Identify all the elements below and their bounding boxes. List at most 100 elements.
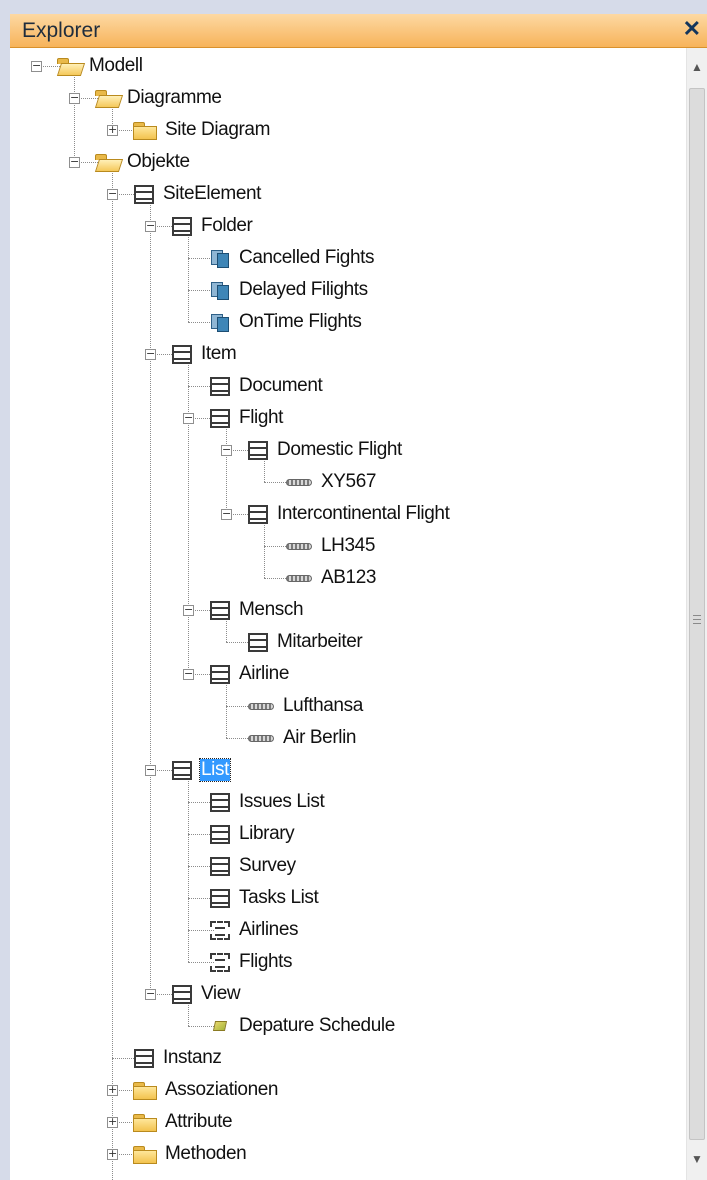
instance-icon xyxy=(284,534,314,558)
tree-item[interactable]: Instanz xyxy=(132,1044,222,1072)
tree-item-label: OnTime Flights xyxy=(239,311,362,332)
tree-item[interactable]: Flights xyxy=(208,948,293,976)
class-icon xyxy=(208,662,232,686)
collapse-icon[interactable]: − xyxy=(145,348,156,360)
tree-item[interactable]: Airline xyxy=(208,660,290,688)
collapse-icon[interactable]: − xyxy=(145,988,156,1000)
tree-item-label: Site Diagram xyxy=(165,119,271,140)
close-icon[interactable]: ✕ xyxy=(683,16,701,42)
tree-item[interactable]: Domestic Flight xyxy=(246,436,403,464)
explorer-titlebar: Explorer ✕ xyxy=(10,14,707,48)
tree-item[interactable]: Airlines xyxy=(208,916,299,944)
tree-item-label: Domestic Flight xyxy=(277,439,402,460)
vertical-scrollbar[interactable]: ▲ ▼ xyxy=(686,48,707,1180)
tree-item-label: Tasks List xyxy=(239,887,319,908)
class-icon xyxy=(132,182,156,206)
instance-icon xyxy=(284,566,314,590)
instance-icon xyxy=(284,470,314,494)
collapse-icon[interactable]: − xyxy=(145,764,156,776)
scrollbar-thumb[interactable] xyxy=(689,88,705,1140)
tree-item[interactable]: Tasks List xyxy=(208,884,319,912)
scroll-down-icon[interactable]: ▼ xyxy=(687,1148,707,1170)
tree-item-label: Methoden xyxy=(165,1143,247,1164)
tree-item-label: Delayed Filights xyxy=(239,279,368,300)
collapse-icon[interactable]: − xyxy=(183,668,194,680)
tree-item[interactable]: Assoziationen xyxy=(132,1076,279,1104)
tree-item[interactable]: Objekte xyxy=(94,148,191,176)
tree-item[interactable]: Document xyxy=(208,372,323,400)
explorer-window: Explorer ✕ − Modell − Diagramme + Site Diagra… xyxy=(0,0,707,1180)
tree-item[interactable]: XY567 xyxy=(284,468,377,496)
class-icon xyxy=(208,598,232,622)
grip-icon xyxy=(693,615,701,624)
tree-view[interactable]: − Modell − Diagramme + Site Diagram − Objekte − S… xyxy=(10,48,686,1180)
tree-guide-line xyxy=(188,360,189,674)
class-icon xyxy=(132,1046,156,1070)
tree-item[interactable]: Delayed Filights xyxy=(208,276,369,304)
tree-item-label: List xyxy=(199,758,231,782)
form-icon xyxy=(208,246,232,270)
collapse-icon[interactable]: − xyxy=(221,444,232,456)
tree-item-label: Attribute xyxy=(165,1111,233,1132)
folder-open-icon xyxy=(94,150,120,174)
tree-item[interactable]: Intercontinental Flight xyxy=(246,500,450,528)
tree-guide-line xyxy=(74,72,75,162)
folder-icon xyxy=(132,118,158,142)
tree-item[interactable]: Issues List xyxy=(208,788,325,816)
tree-item-label: Survey xyxy=(239,855,296,876)
collapse-icon[interactable]: − xyxy=(221,508,232,520)
tree-item[interactable]: OnTime Flights xyxy=(208,308,363,336)
collapse-icon[interactable]: − xyxy=(183,604,194,616)
collapse-icon[interactable]: − xyxy=(69,92,80,104)
tree-item[interactable]: Air Berlin xyxy=(246,724,357,752)
folder-icon xyxy=(132,1110,158,1134)
folder-open-icon xyxy=(56,54,82,78)
tree-item-label: SiteElement xyxy=(163,183,262,204)
tree-item[interactable]: Survey xyxy=(208,852,297,880)
tree-item-label: Air Berlin xyxy=(283,727,357,748)
tree-item[interactable]: Diagramme xyxy=(94,84,223,112)
tree-item[interactable]: Attribute xyxy=(132,1108,233,1136)
expand-icon[interactable]: + xyxy=(107,1116,118,1128)
collapse-icon[interactable]: − xyxy=(31,60,42,72)
tree-guide-line xyxy=(150,200,151,994)
form-icon xyxy=(208,310,232,334)
instance-icon xyxy=(246,694,276,718)
tree-item[interactable]: Lufthansa xyxy=(246,692,364,720)
tree-item[interactable]: View xyxy=(170,980,241,1008)
scroll-up-icon[interactable]: ▲ xyxy=(687,56,707,78)
tree-item[interactable]: Site Diagram xyxy=(132,116,271,144)
class-icon xyxy=(208,822,232,846)
tree-item[interactable]: Flight xyxy=(208,404,284,432)
tree-item[interactable]: Mensch xyxy=(208,596,304,624)
tree-item[interactable]: LH345 xyxy=(284,532,376,560)
collapse-icon[interactable]: − xyxy=(183,412,194,424)
tree-item[interactable]: Methoden xyxy=(132,1140,247,1168)
view-icon xyxy=(208,1014,232,1038)
class-icon xyxy=(170,982,194,1006)
tree-item[interactable]: Modell xyxy=(56,52,144,80)
tree-item[interactable]: List xyxy=(170,756,231,784)
tree-item-label: LH345 xyxy=(321,535,375,556)
expand-icon[interactable]: + xyxy=(107,1148,118,1160)
tree-item-label: Issues List xyxy=(239,791,325,812)
class-icon xyxy=(208,886,232,910)
collapse-icon[interactable]: − xyxy=(107,188,118,200)
collapse-icon[interactable]: − xyxy=(69,156,80,168)
tree-item[interactable]: Cancelled Fights xyxy=(208,244,375,272)
expand-icon[interactable]: + xyxy=(107,124,118,136)
tree-item[interactable]: SiteElement xyxy=(132,180,262,208)
tree-item[interactable]: Depature Schedule xyxy=(208,1012,396,1040)
tree-item[interactable]: Folder xyxy=(170,212,253,240)
form-icon xyxy=(208,278,232,302)
tree-item[interactable]: Library xyxy=(208,820,295,848)
tree-item[interactable]: Mitarbeiter xyxy=(246,628,363,656)
class-icon xyxy=(170,214,194,238)
collapse-icon[interactable]: − xyxy=(145,220,156,232)
class-icon xyxy=(208,374,232,398)
tree-item[interactable]: Item xyxy=(170,340,237,368)
list-icon xyxy=(208,950,232,974)
tree-item[interactable]: AB123 xyxy=(284,564,377,592)
expand-icon[interactable]: + xyxy=(107,1084,118,1096)
tree-item-label: Intercontinental Flight xyxy=(277,503,450,524)
